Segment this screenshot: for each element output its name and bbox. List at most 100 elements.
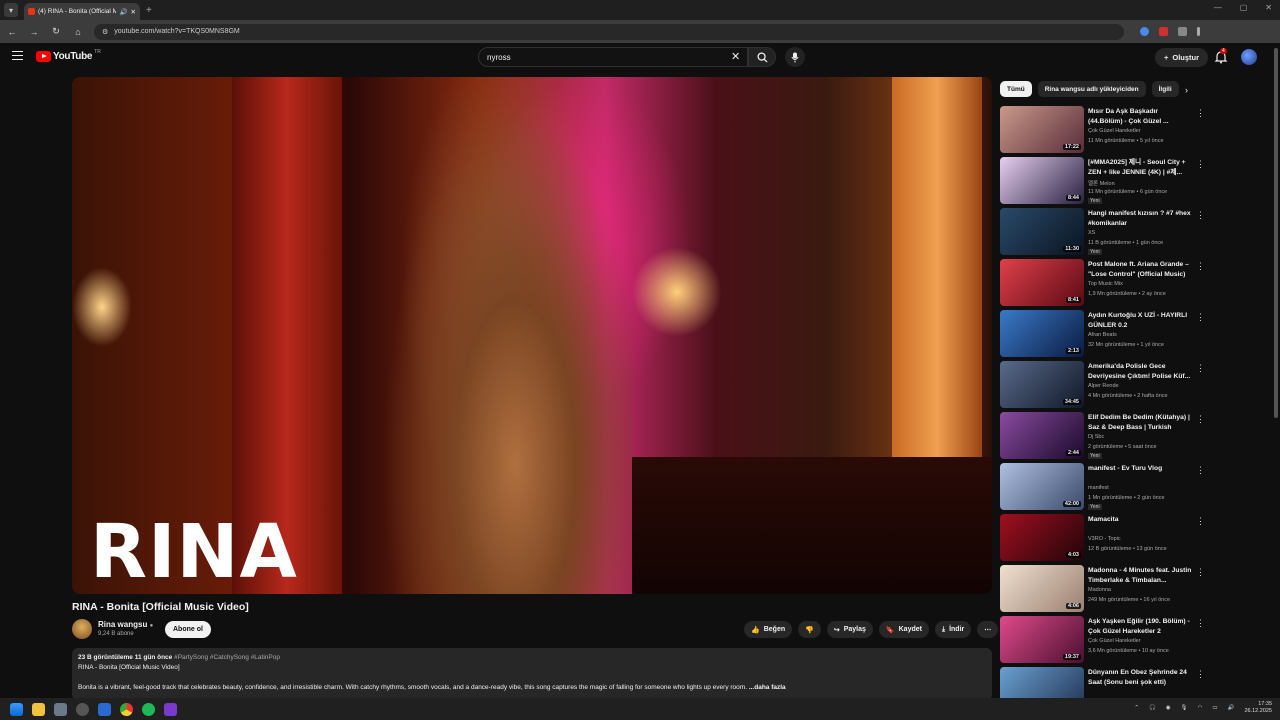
more-options-icon[interactable]: ⋮ xyxy=(1196,159,1205,170)
spotify-icon[interactable] xyxy=(142,702,155,716)
account-avatar[interactable] xyxy=(1241,49,1257,65)
new-tab-icon[interactable]: + xyxy=(146,5,152,16)
more-options-icon[interactable]: ⋮ xyxy=(1196,414,1205,425)
windows-start-icon[interactable] xyxy=(10,702,23,716)
recommendation-item[interactable]: 19:37 Aşk Yaşken Eğilir (190. Bölüm) - Ço… xyxy=(1000,615,1272,666)
chip-related[interactable]: İlgili xyxy=(1151,81,1179,97)
share-button[interactable]: ↪ Paylaş xyxy=(826,621,873,638)
rec-title[interactable]: Mısır Da Aşk Başkadır (44.Bölüm) - Çok G… xyxy=(1088,107,1192,126)
recommendation-item[interactable]: 42:00 manifest - Ev Turu Vlog manifest 1 Mn… xyxy=(1000,462,1272,513)
rec-channel[interactable]: 멜론 Melon xyxy=(1088,179,1115,187)
download-button[interactable]: ⤓ İndir xyxy=(934,621,972,638)
rec-title[interactable]: manifest - Ev Turu Vlog xyxy=(1088,464,1192,474)
video-thumbnail[interactable]: 2:13 xyxy=(1000,310,1084,357)
recommendation-item[interactable]: 11:30 Hangi manifest kızısın ? #7 #hex #k… xyxy=(1000,207,1272,258)
rec-channel[interactable]: XS xyxy=(1088,230,1095,236)
rec-channel[interactable]: Afran Beats xyxy=(1088,332,1117,338)
video-thumbnail[interactable]: 4:06 xyxy=(1000,565,1084,612)
more-options-icon[interactable]: ⋮ xyxy=(1196,312,1205,323)
reload-icon[interactable]: ↻ xyxy=(50,26,62,37)
menu-icon[interactable] xyxy=(12,51,23,60)
tab-search-icon[interactable]: ▾ xyxy=(4,3,18,17)
show-more-link[interactable]: ...daha fazla xyxy=(749,684,786,691)
channel-avatar[interactable] xyxy=(72,619,92,639)
site-info-icon[interactable]: ⚙ xyxy=(102,28,108,36)
wifi-icon[interactable]: ◠ xyxy=(1198,705,1203,711)
volume-icon[interactable]: 🔊 xyxy=(1228,705,1235,711)
rec-channel[interactable]: Çok Güzel Hareketler xyxy=(1088,638,1141,644)
clock[interactable]: 17:35 26.12.2025 xyxy=(1244,701,1272,715)
address-bar[interactable]: ⚙ youtube.com/watch?v=TKQS0MNS8GM xyxy=(94,23,1124,40)
youtube-logo[interactable]: YouTube TR xyxy=(36,49,101,62)
video-thumbnail[interactable]: 34:45 xyxy=(1000,361,1084,408)
extension-icon[interactable] xyxy=(1159,27,1168,36)
maximize-icon[interactable]: ▢ xyxy=(1240,3,1248,12)
chip-all[interactable]: Tümü xyxy=(1000,81,1032,97)
rec-title[interactable]: Aşk Yaşken Eğilir (190. Bölüm) - Çok Güz… xyxy=(1088,617,1192,636)
extension-icon[interactable] xyxy=(1140,27,1149,36)
video-thumbnail[interactable]: 8:44 xyxy=(1000,157,1084,204)
video-thumbnail[interactable]: 17:22 xyxy=(1000,106,1084,153)
close-tab-icon[interactable]: ✕ xyxy=(131,8,136,16)
rec-title[interactable]: Aydın Kurtoğlu X UZİ - HAYIRLI GÜNLER 0.… xyxy=(1088,311,1192,330)
video-thumbnail[interactable]: 19:37 xyxy=(1000,616,1084,663)
home-icon[interactable]: ⌂ xyxy=(72,27,84,37)
voice-search-button[interactable] xyxy=(785,47,805,67)
rec-title[interactable]: Post Malone ft. Ariana Grande – "Lose Co… xyxy=(1088,260,1192,279)
rec-channel[interactable]: manifest xyxy=(1088,485,1109,491)
microphone-icon[interactable]: 🎙 xyxy=(1181,705,1188,711)
rec-title[interactable]: Dünyanın En Obez Şehrinde 24 Saat (Sonu … xyxy=(1088,668,1192,687)
more-options-icon[interactable]: ⋮ xyxy=(1196,363,1205,374)
chevron-up-icon[interactable]: ⌃ xyxy=(1134,705,1139,711)
chevron-right-icon[interactable]: › xyxy=(1185,85,1188,95)
recommendation-item[interactable]: 8:41 Post Malone ft. Ariana Grande – "Los… xyxy=(1000,258,1272,309)
minimize-icon[interactable]: — xyxy=(1214,3,1222,12)
save-button[interactable]: 🔖 Kaydet xyxy=(878,621,929,638)
audio-icon[interactable]: 🔊 xyxy=(119,8,127,16)
rec-channel[interactable]: Top Music Mix xyxy=(1088,281,1123,287)
more-options-icon[interactable]: ⋮ xyxy=(1196,567,1205,578)
scrollbar[interactable] xyxy=(1274,48,1278,418)
recommendation-item[interactable]: 2:13 Aydın Kurtoğlu X UZİ - HAYIRLI GÜNLE… xyxy=(1000,309,1272,360)
video-thumbnail[interactable]: 8:41 xyxy=(1000,259,1084,306)
close-window-icon[interactable]: ✕ xyxy=(1265,3,1272,12)
subscribe-button[interactable]: Abone ol xyxy=(165,621,211,638)
channel-name[interactable]: Rina wangsu ● xyxy=(98,620,153,629)
rec-title[interactable]: Madonna - 4 Minutes feat. Justin Timberl… xyxy=(1088,566,1192,585)
more-options-icon[interactable]: ⋮ xyxy=(1196,465,1205,476)
rec-channel[interactable]: V3RO - Topic xyxy=(1088,536,1121,542)
create-button[interactable]: + Oluştur xyxy=(1155,48,1209,67)
recommendation-item[interactable]: 4:06 Madonna - 4 Minutes feat. Justin Tim… xyxy=(1000,564,1272,615)
rec-title[interactable]: Amerika'da Polisle Gece Devriyesine Çıkt… xyxy=(1088,362,1192,381)
more-options-icon[interactable]: ⋮ xyxy=(1196,210,1205,221)
video-thumbnail[interactable]: 2:44 xyxy=(1000,412,1084,459)
active-tab[interactable]: (4) RINA - Bonita (Official M 🔊 ✕ xyxy=(24,3,140,20)
chrome-icon[interactable] xyxy=(120,702,133,716)
more-options-icon[interactable]: ⋮ xyxy=(1196,516,1205,527)
search-button[interactable] xyxy=(748,47,776,67)
file-explorer-icon[interactable] xyxy=(32,702,45,716)
video-thumbnail[interactable]: 11:30 xyxy=(1000,208,1084,255)
description-box[interactable]: 23 B görüntüleme 11 gün önce #PartySong … xyxy=(72,648,992,700)
like-button[interactable]: 👍 Beğen xyxy=(744,621,793,638)
taskbar-app-icon[interactable] xyxy=(76,702,89,716)
recommendation-item[interactable]: 34:45 Amerika'da Polisle Gece Devriyesine… xyxy=(1000,360,1272,411)
recommendation-item[interactable]: 17:22 Mısır Da Aşk Başkadır (44.Bölüm) - … xyxy=(1000,105,1272,156)
video-thumbnail[interactable]: 4:03 xyxy=(1000,514,1084,561)
puzzle-icon[interactable] xyxy=(1178,27,1187,36)
recommendation-item[interactable]: 2:44 Elif Dedim Be Dedim (Kütahya) | Saz … xyxy=(1000,411,1272,462)
search-input[interactable]: nyross xyxy=(478,47,748,67)
dislike-button[interactable]: 👎 xyxy=(798,621,821,638)
rec-channel[interactable]: Dj Sbc xyxy=(1088,434,1104,440)
rec-channel[interactable]: Alper Rende xyxy=(1088,383,1119,389)
video-player[interactable]: RINA xyxy=(72,77,992,594)
rec-title[interactable]: Mamacita xyxy=(1088,515,1192,525)
more-actions-button[interactable]: ⋯ xyxy=(977,621,999,638)
video-thumbnail[interactable]: 42:00 xyxy=(1000,463,1084,510)
more-options-icon[interactable]: ⋮ xyxy=(1196,618,1205,629)
back-icon[interactable]: ← xyxy=(6,27,18,37)
display-icon[interactable]: ▭ xyxy=(1212,705,1217,711)
rec-title[interactable]: Hangi manifest kızısın ? #7 #hex #komika… xyxy=(1088,209,1192,228)
recommendation-item[interactable]: 8:44 [#MMA2025] 제니 - Seoul City + ZEN + l… xyxy=(1000,156,1272,207)
menu-dots-icon[interactable] xyxy=(1197,27,1200,36)
